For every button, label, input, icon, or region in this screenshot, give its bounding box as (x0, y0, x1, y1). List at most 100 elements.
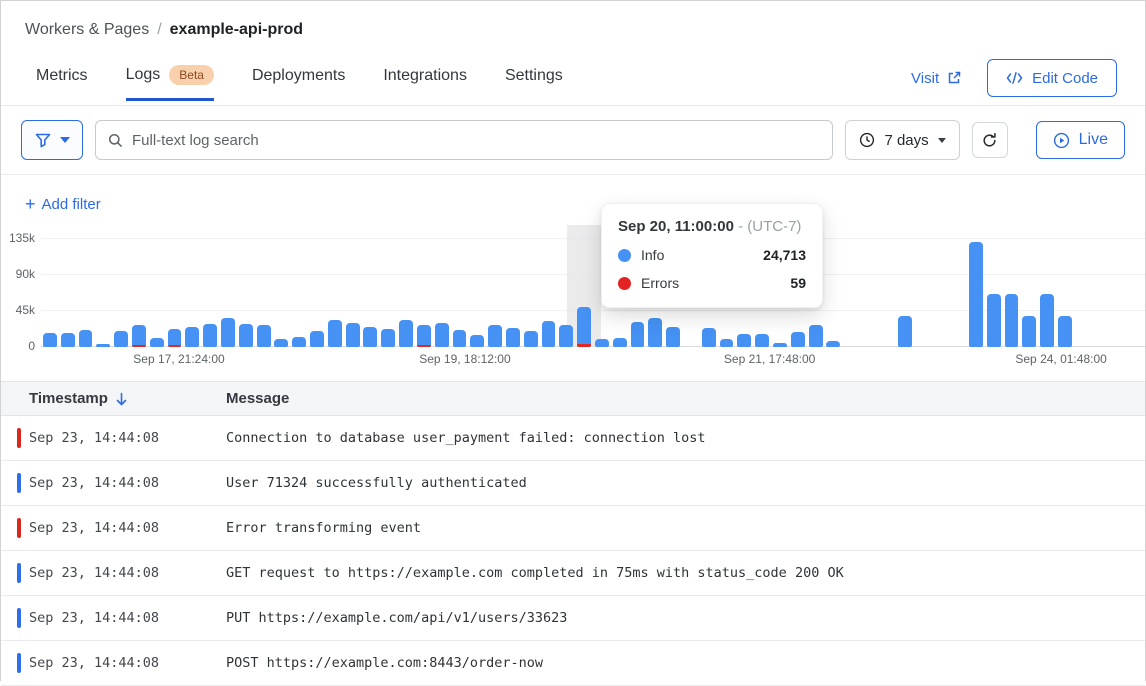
chart-bar[interactable] (417, 325, 431, 347)
chart-bar[interactable] (257, 325, 271, 347)
table-row[interactable]: Sep 23, 14:44:08 Error transforming even… (1, 506, 1145, 551)
chart-bar[interactable] (1058, 316, 1072, 347)
chart-bar[interactable] (168, 329, 182, 347)
chart-bar[interactable] (328, 320, 342, 347)
chart-bar[interactable] (363, 327, 377, 347)
chart-bar[interactable] (61, 333, 75, 347)
chart-bar[interactable] (559, 325, 573, 347)
chart-bar[interactable] (987, 294, 1001, 347)
chart-bar[interactable] (150, 338, 164, 347)
chart-bar[interactable] (613, 338, 627, 347)
chart-bar[interactable] (1005, 294, 1019, 347)
refresh-button[interactable] (972, 122, 1008, 158)
chart-bar[interactable] (542, 321, 556, 347)
workers-logs-page: Workers & Pages / example-api-prod Metri… (1, 1, 1145, 686)
tab-logs[interactable]: Logs Beta (126, 65, 214, 101)
chart-plot[interactable] (41, 231, 1145, 347)
chart-bar[interactable] (524, 331, 538, 347)
chart-bar[interactable] (969, 242, 983, 347)
column-header-timestamp[interactable]: Timestamp (29, 390, 226, 407)
chart-bar[interactable] (666, 327, 680, 347)
chart-bar[interactable] (898, 316, 912, 347)
chart-bar[interactable] (702, 328, 716, 347)
chart-bar[interactable] (381, 329, 395, 347)
tab-label: Deployments (252, 67, 345, 85)
search-box[interactable] (95, 120, 833, 160)
chart-bar[interactable] (720, 339, 734, 347)
chart-bar[interactable] (488, 325, 502, 347)
chart-bar[interactable] (203, 324, 217, 347)
chart-bar[interactable] (132, 325, 146, 347)
error-segment (417, 345, 431, 347)
breadcrumb-workers-pages[interactable]: Workers & Pages (25, 21, 149, 39)
tooltip-info-value: 24,713 (763, 247, 806, 263)
table-row[interactable]: Sep 23, 14:44:08 PUT https://example.com… (1, 596, 1145, 641)
chart-bar[interactable] (506, 328, 520, 347)
breadcrumb-separator: / (157, 21, 161, 39)
chart-bar[interactable] (595, 339, 609, 347)
visit-link[interactable]: Visit (911, 70, 961, 87)
add-filter-label: Add filter (42, 196, 101, 213)
search-input[interactable] (132, 132, 820, 149)
column-header-message[interactable]: Message (226, 390, 289, 407)
chart-bar[interactable] (310, 331, 324, 347)
live-button[interactable]: Live (1036, 121, 1125, 159)
tab-label: Settings (505, 67, 563, 85)
chart-bar[interactable] (221, 318, 235, 347)
chart-bar[interactable] (791, 332, 805, 347)
row-message: PUT https://example.com/api/v1/users/336… (226, 610, 567, 626)
toolbar: 7 days Live (1, 106, 1145, 175)
filter-button[interactable] (21, 120, 83, 160)
table-row[interactable]: Sep 23, 14:44:08 User 71324 successfully… (1, 461, 1145, 506)
log-volume-chart: 135k90k45k0 Sep 17, 21:24:00Sep 19, 18:1… (1, 221, 1145, 379)
x-tick-label: Sep 19, 18:12:00 (419, 352, 510, 366)
chart-bar[interactable] (453, 330, 467, 347)
chart-bar[interactable] (185, 327, 199, 347)
chart-bar[interactable] (274, 339, 288, 347)
edit-code-button[interactable]: Edit Code (987, 59, 1117, 97)
table-row[interactable]: Sep 23, 14:44:08 Connection to database … (1, 416, 1145, 461)
row-message: Connection to database user_payment fail… (226, 430, 706, 446)
chart-bar[interactable] (1040, 294, 1054, 347)
x-axis: Sep 17, 21:24:00Sep 19, 18:12:00Sep 21, … (41, 352, 1145, 370)
y-tick-label: 135k (9, 231, 35, 245)
chart-bar[interactable] (114, 331, 128, 347)
severity-indicator (17, 563, 21, 583)
chart-bar[interactable] (96, 344, 110, 347)
time-range-button[interactable]: 7 days (845, 120, 959, 160)
chart-bar[interactable] (346, 323, 360, 347)
sort-desc-icon[interactable] (115, 392, 128, 406)
row-timestamp: Sep 23, 14:44:08 (29, 430, 226, 446)
table-row[interactable]: Sep 23, 14:44:08 GET request to https://… (1, 551, 1145, 596)
row-timestamp: Sep 23, 14:44:08 (29, 610, 226, 626)
code-icon (1006, 72, 1023, 84)
chart-bar[interactable] (773, 343, 787, 347)
chart-bar[interactable] (79, 330, 93, 347)
table-row[interactable]: Sep 23, 14:44:08 POST https://example.co… (1, 641, 1145, 686)
tab-integrations[interactable]: Integrations (383, 67, 467, 101)
chart-bar[interactable] (577, 307, 591, 347)
chart-bar[interactable] (43, 333, 57, 347)
add-filter-button[interactable]: + Add filter (25, 195, 101, 213)
tab-metrics[interactable]: Metrics (36, 67, 88, 101)
row-message: POST https://example.com:8443/order-now (226, 655, 543, 671)
chevron-down-icon (60, 137, 70, 143)
chart-bar[interactable] (292, 337, 306, 347)
tab-settings[interactable]: Settings (505, 67, 563, 101)
chart-bar[interactable] (737, 334, 751, 347)
tooltip-timezone: (UTC-7) (747, 218, 801, 235)
chart-bar[interactable] (809, 325, 823, 347)
chart-bar[interactable] (648, 318, 662, 347)
chart-bar[interactable] (470, 335, 484, 347)
live-label: Live (1079, 131, 1108, 149)
plus-icon: + (25, 195, 36, 213)
chart-bar[interactable] (399, 320, 413, 347)
chart-bar[interactable] (755, 334, 769, 347)
search-icon (108, 133, 123, 148)
chart-bar[interactable] (826, 341, 840, 347)
chart-bar[interactable] (435, 323, 449, 347)
chart-bar[interactable] (631, 322, 645, 347)
chart-bar[interactable] (239, 324, 253, 347)
chart-bar[interactable] (1022, 316, 1036, 347)
tab-deployments[interactable]: Deployments (252, 67, 345, 101)
